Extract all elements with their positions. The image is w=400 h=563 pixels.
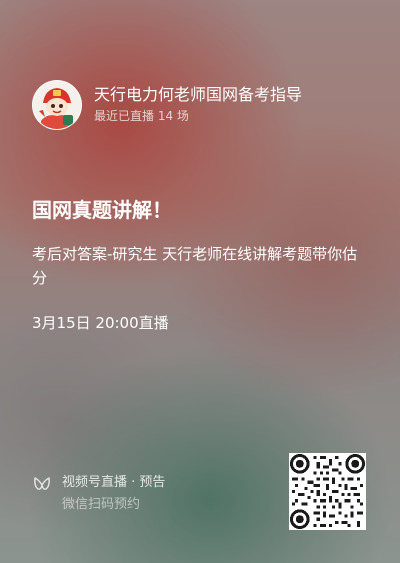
channels-butterfly-icon bbox=[34, 477, 50, 490]
live-schedule: 3月15日 20:00直播 bbox=[32, 314, 169, 332]
account-name: 天行电力何老师国网备考指导 bbox=[94, 85, 303, 104]
live-preview-card: 天行电力何老师国网备考指导 最近已直播 14 场 国网真题讲解！ 考后对答案-研… bbox=[0, 0, 400, 563]
avatar bbox=[32, 80, 82, 130]
account-header: 天行电力何老师国网备考指导 最近已直播 14 场 bbox=[32, 80, 302, 130]
live-count: 最近已直播 14 场 bbox=[94, 109, 189, 123]
footer: 视频号直播 · 预告 微信扫码预约 bbox=[32, 472, 165, 516]
live-description: 考后对答案-研究生 天行老师在线讲解考题带你估分 bbox=[32, 245, 358, 287]
cartoon-mascot-icon bbox=[33, 81, 81, 129]
live-title: 国网真题讲解！ bbox=[32, 198, 172, 222]
channels-live-label: 视频号直播 · 预告 bbox=[62, 475, 166, 490]
scan-to-reserve-hint: 微信扫码预约 bbox=[62, 497, 141, 512]
qr-code-icon[interactable] bbox=[289, 453, 366, 530]
